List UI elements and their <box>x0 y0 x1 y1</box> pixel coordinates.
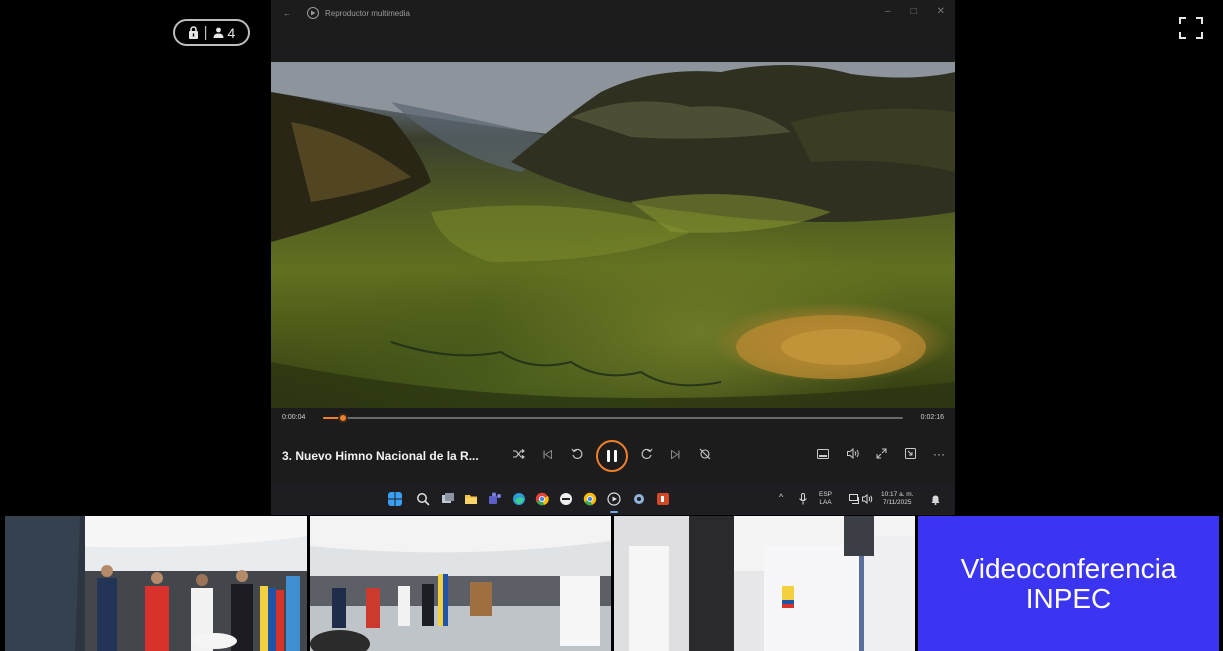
participant-video-frame-close-up <box>614 516 915 651</box>
edge-icon[interactable] <box>512 492 526 506</box>
videoconference-title: Videoconferencia <box>960 552 1177 584</box>
forward-30-icon[interactable] <box>641 448 653 460</box>
shuffle-icon[interactable] <box>513 449 525 459</box>
start-windows-icon[interactable] <box>388 492 402 506</box>
language-top: ESP <box>819 491 833 498</box>
teams-icon[interactable] <box>488 492 502 506</box>
person-icon <box>213 27 224 38</box>
participant-video-tile[interactable] <box>310 516 611 651</box>
previous-track-icon[interactable] <box>543 450 552 459</box>
videoconference-label-tile: Videoconferencia INPEC <box>918 516 1219 651</box>
lock-icon <box>188 26 198 39</box>
total-time: 0:02:16 <box>920 414 944 421</box>
player-controls: 3. Nuevo Himno Nacional de la R... ··· <box>271 428 955 484</box>
media-player-taskbar-icon[interactable] <box>607 492 621 506</box>
show-hidden-icons-chevron-icon[interactable]: ^ <box>779 493 783 502</box>
chrome-icon[interactable] <box>535 492 549 506</box>
seek-track[interactable] <box>323 413 903 423</box>
clock-date: 7/11/2025 <box>883 499 912 506</box>
video-frame-mountain-landscape <box>271 62 955 408</box>
notification-bell-icon[interactable] <box>931 495 940 505</box>
chrome-profile-icon[interactable] <box>583 492 597 506</box>
participant-video-tile[interactable] <box>614 516 915 651</box>
compact-overlay-icon[interactable] <box>905 448 916 459</box>
pause-button[interactable] <box>596 440 628 472</box>
miniplayer-icon[interactable] <box>817 449 829 459</box>
powerpoint-icon[interactable] <box>656 492 670 506</box>
clock-time: 10:17 a. m. <box>881 491 914 498</box>
participant-count: 4 <box>227 24 236 41</box>
expand-icon[interactable] <box>876 448 887 459</box>
app-icon[interactable] <box>559 492 573 506</box>
now-playing-title: 3. Nuevo Himno Nacional de la R... <box>282 449 479 463</box>
speaker-icon[interactable] <box>862 494 873 504</box>
search-icon[interactable] <box>416 492 430 506</box>
playback-progress[interactable]: 0:00:04 0:02:16 <box>271 408 955 428</box>
windows-taskbar: ^ ESP LAA 10:17 a. m. 7/11/2025 <box>271 484 955 515</box>
next-track-icon[interactable] <box>671 450 680 459</box>
close-icon[interactable]: ✕ <box>937 6 945 17</box>
participant-video-frame-ceremony-stage <box>5 516 307 651</box>
participant-video-frame-wide-stage <box>310 516 611 651</box>
media-player-app-icon <box>307 7 319 19</box>
microphone-icon[interactable] <box>799 493 807 505</box>
volume-icon[interactable] <box>847 448 860 459</box>
seek-handle[interactable] <box>337 413 348 423</box>
pause-icon <box>607 450 610 462</box>
clock[interactable]: 10:17 a. m. 7/11/2025 <box>881 491 914 507</box>
more-options-icon[interactable]: ··· <box>933 447 945 461</box>
language-indicator[interactable]: ESP LAA <box>819 491 832 507</box>
participant-video-tile[interactable] <box>5 516 307 651</box>
badge-separator: | <box>203 24 208 41</box>
shared-screen-media-player: ← Reproductor multimedia – □ ✕ 0:00:04 0… <box>271 0 955 515</box>
current-time: 0:00:04 <box>282 414 306 421</box>
maximize-icon[interactable]: □ <box>911 6 917 17</box>
player-window-title: Reproductor multimedia <box>325 8 410 18</box>
file-explorer-icon[interactable] <box>464 492 478 506</box>
minimize-icon[interactable]: – <box>885 6 891 17</box>
fullscreen-icon[interactable] <box>1179 17 1203 39</box>
pause-icon-bar <box>614 450 617 462</box>
player-titlebar: ← Reproductor multimedia – □ ✕ <box>271 0 955 26</box>
meeting-info-badge[interactable]: | 4 <box>173 19 250 46</box>
back-arrow-icon[interactable]: ← <box>283 9 295 18</box>
network-icon[interactable] <box>849 494 860 504</box>
task-view-icon[interactable] <box>441 492 455 506</box>
videoconference-org: INPEC <box>1025 582 1112 614</box>
repeat-off-icon[interactable] <box>699 448 711 460</box>
settings-gear-icon[interactable] <box>632 492 646 506</box>
language-bottom: LAA <box>819 499 832 506</box>
rewind-10-icon[interactable] <box>571 448 583 460</box>
active-app-indicator <box>610 511 618 513</box>
